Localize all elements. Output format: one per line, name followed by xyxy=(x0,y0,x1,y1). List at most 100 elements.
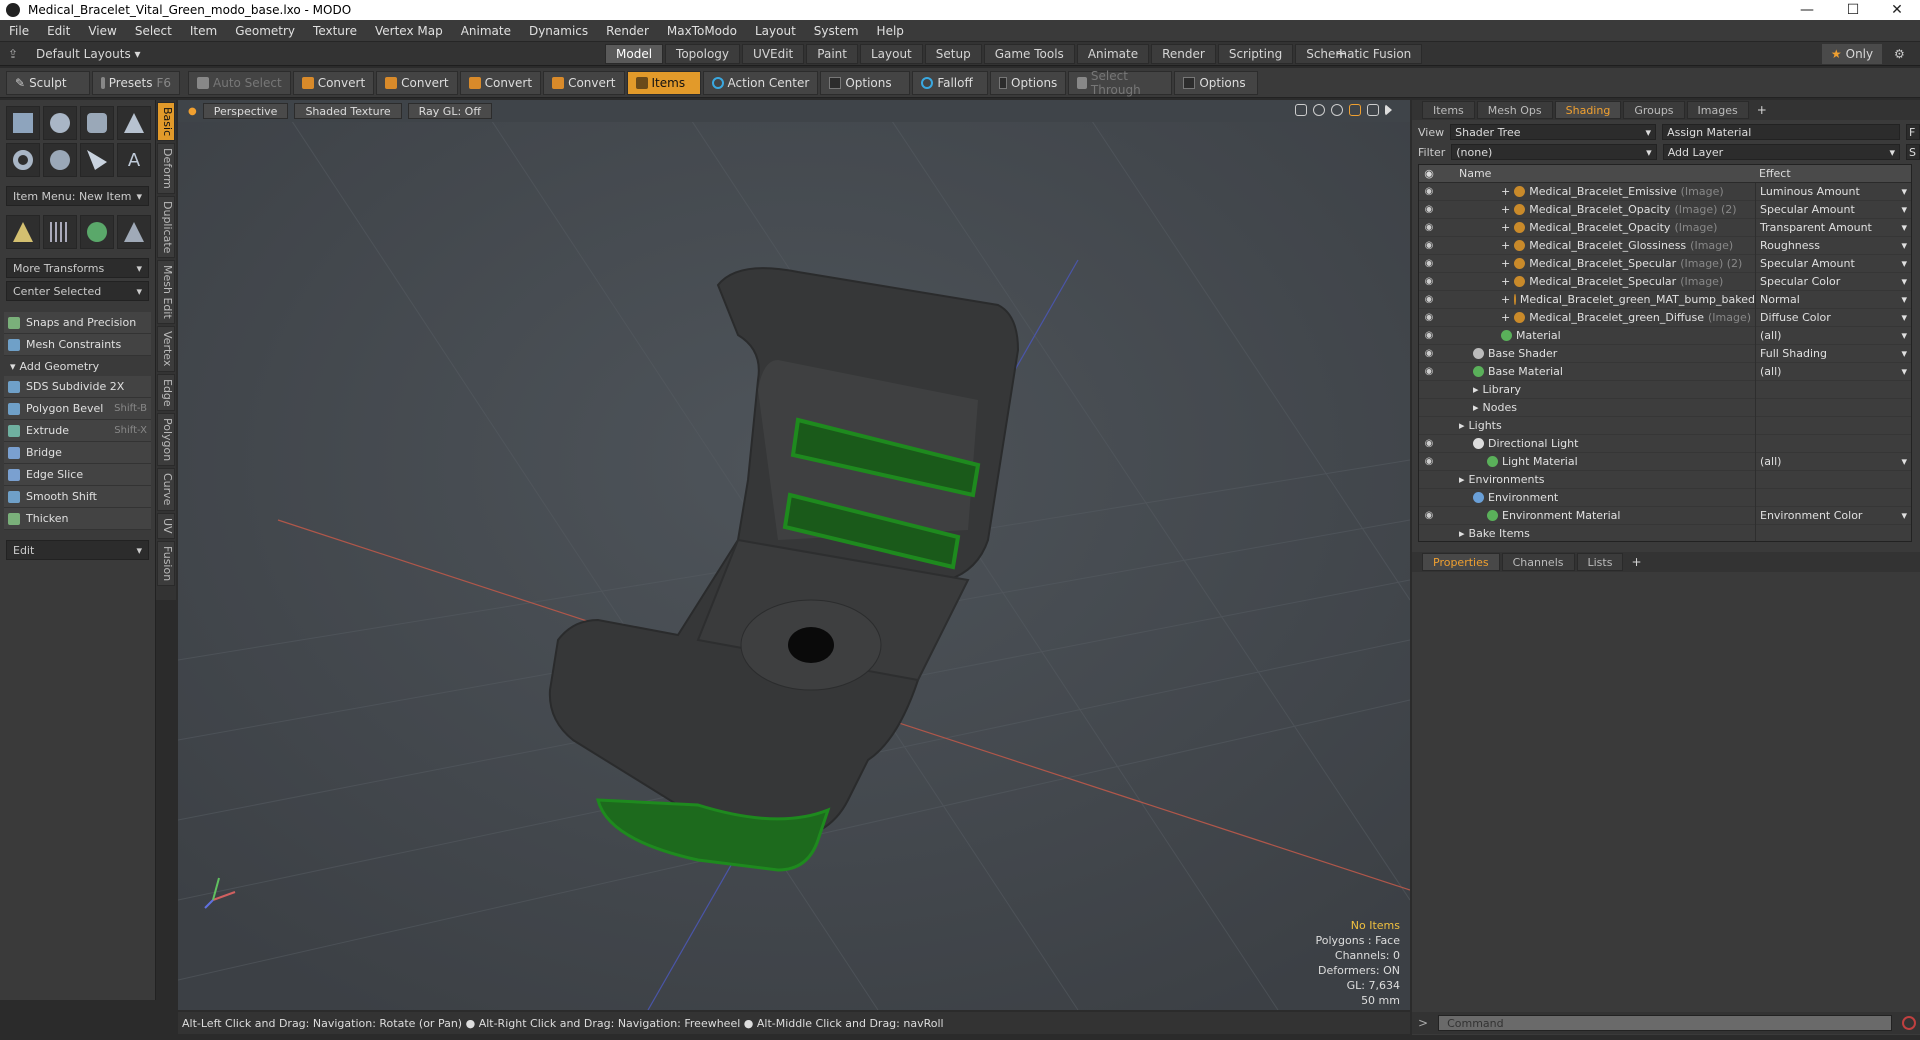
expand-plus-icon[interactable]: + xyxy=(1501,203,1510,216)
vtab-fusion[interactable]: Fusion xyxy=(157,540,175,586)
expand-plus-icon[interactable]: + xyxy=(1501,311,1510,324)
menu-view[interactable]: View xyxy=(79,24,125,38)
tab-mesh-ops[interactable]: Mesh Ops xyxy=(1476,101,1553,119)
visibility-eye-icon[interactable]: ◉ xyxy=(1419,438,1439,449)
visibility-eye-icon[interactable]: ◉ xyxy=(1419,222,1439,233)
layout-tab-topology[interactable]: Topology xyxy=(665,43,741,64)
tool-smooth-shift[interactable]: Smooth Shift xyxy=(4,486,151,508)
visibility-eye-icon[interactable]: ◉ xyxy=(1419,294,1439,305)
shader-tree-row[interactable]: Environment xyxy=(1419,488,1911,507)
shader-tree-row[interactable]: ◉ Light Material (all) ▾ xyxy=(1419,452,1911,471)
expand-arrow-icon[interactable] xyxy=(1385,104,1392,116)
folder-arrow-icon[interactable]: ▸ xyxy=(1459,527,1465,540)
row-effect-cell[interactable]: Specular Color ▾ xyxy=(1755,272,1911,291)
cone-button[interactable] xyxy=(117,106,151,140)
layout-tab-render[interactable]: Render xyxy=(1151,43,1216,64)
menu-geometry[interactable]: Geometry xyxy=(226,24,304,38)
add-tab-button[interactable]: + xyxy=(1631,555,1641,569)
command-input[interactable]: Command xyxy=(1438,1015,1893,1031)
mesh-constraints-button[interactable]: Mesh Constraints xyxy=(4,334,151,356)
tool-extrude[interactable]: Extrude Shift-X xyxy=(4,420,151,442)
tool-sds-subdivide-2x[interactable]: SDS Subdivide 2X xyxy=(4,376,151,398)
expand-plus-icon[interactable]: + xyxy=(1501,275,1510,288)
expand-plus-icon[interactable]: + xyxy=(1501,185,1510,198)
maximize-button[interactable]: ☐ xyxy=(1830,0,1876,20)
layout-tab-paint[interactable]: Paint xyxy=(806,43,858,64)
expand-plus-icon[interactable]: + xyxy=(1501,239,1510,252)
layout-tab-animate[interactable]: Animate xyxy=(1076,43,1150,64)
cylinder-button[interactable] xyxy=(80,106,114,140)
visibility-eye-icon[interactable]: ◉ xyxy=(1419,312,1439,323)
shader-tree-row[interactable]: ▸ Environments xyxy=(1419,470,1911,489)
more-transforms-dropdown[interactable]: More Transforms ▾ xyxy=(6,258,149,278)
row-effect-cell[interactable]: (all) ▾ xyxy=(1755,362,1911,381)
folder-arrow-icon[interactable]: ▸ xyxy=(1473,401,1479,414)
view-dropdown[interactable]: Shader Tree ▾ xyxy=(1450,124,1657,140)
tool-bridge[interactable]: Bridge xyxy=(4,442,151,464)
shader-tree-row[interactable]: ◉ Material (all) ▾ xyxy=(1419,326,1911,345)
select-through-button[interactable]: Select Through xyxy=(1068,69,1173,97)
menu-edit[interactable]: Edit xyxy=(38,24,79,38)
tool-polygon-bevel[interactable]: Polygon Bevel Shift-B xyxy=(4,398,151,420)
tab-shading[interactable]: Shading xyxy=(1554,101,1622,119)
viewport-menu-icon[interactable]: ● xyxy=(188,106,197,117)
visibility-eye-icon[interactable]: ◉ xyxy=(1419,258,1439,269)
vtab-vertex[interactable]: Vertex xyxy=(157,326,175,372)
vtab-polygon[interactable]: Polygon xyxy=(157,413,175,467)
vtab-edge[interactable]: Edge xyxy=(157,373,175,412)
row-effect-cell[interactable]: (all) ▾ xyxy=(1755,326,1911,345)
convert-vertices-button[interactable]: Convert xyxy=(292,70,375,95)
cube-button[interactable] xyxy=(6,106,40,140)
layout-menu-icon[interactable]: ⇪ xyxy=(8,47,22,61)
shader-tree-row[interactable]: ◉ Directional Light xyxy=(1419,434,1911,453)
torus-button[interactable] xyxy=(6,143,40,177)
visibility-eye-icon[interactable]: ◉ xyxy=(1419,348,1439,359)
item-menu-dropdown[interactable]: Item Menu: New Item ▾ xyxy=(6,186,149,206)
snaps-precision-button[interactable]: Snaps and Precision xyxy=(4,312,151,334)
add-layer-s-button[interactable]: S xyxy=(1906,144,1920,160)
effect-column-header[interactable]: Effect xyxy=(1755,167,1911,180)
vtab-deform[interactable]: Deform xyxy=(157,143,175,195)
menu-texture[interactable]: Texture xyxy=(304,24,366,38)
shader-tree-row[interactable]: ▸ Nodes xyxy=(1419,398,1911,417)
prop-tab-channels[interactable]: Channels xyxy=(1501,553,1575,571)
text-button[interactable]: A xyxy=(117,143,151,177)
shader-tree-row[interactable]: ◉ + Medical_Bracelet_green_Diffuse (Image) D… xyxy=(1419,308,1911,327)
pen-button[interactable] xyxy=(80,143,114,177)
shader-tree-row[interactable]: ◉ + Medical_Bracelet_Specular (Image) Specul… xyxy=(1419,272,1911,291)
shader-tree-row[interactable]: ◉ + Medical_Bracelet_Specular (Image) (2) Sp… xyxy=(1419,254,1911,273)
locator-button[interactable] xyxy=(6,215,40,249)
tab-groups[interactable]: Groups xyxy=(1623,101,1685,119)
menu-vertex-map[interactable]: Vertex Map xyxy=(366,24,452,38)
gear-icon[interactable]: ⚙ xyxy=(1894,47,1905,61)
vtab-basic[interactable]: Basic xyxy=(157,102,175,142)
shader-tree-row[interactable]: ◉ Base Shader Full Shading ▾ xyxy=(1419,344,1911,363)
row-effect-cell[interactable]: Luminous Amount ▾ xyxy=(1755,182,1911,201)
grid-button[interactable] xyxy=(43,215,77,249)
pan-icon[interactable] xyxy=(1295,104,1307,116)
record-icon[interactable] xyxy=(1902,1016,1917,1030)
vtab-uv[interactable]: UV xyxy=(157,512,175,539)
tab-items[interactable]: Items xyxy=(1422,101,1475,119)
expand-plus-icon[interactable]: + xyxy=(1501,221,1510,234)
items-mode-button[interactable]: Items xyxy=(626,70,701,95)
raygl-toggle[interactable]: Ray GL: Off xyxy=(407,103,492,119)
convert-items-button[interactable]: Convert xyxy=(543,70,625,95)
sculpt-button[interactable]: ✎ Sculpt xyxy=(6,70,90,95)
falloff-options[interactable]: Options xyxy=(990,70,1067,95)
vtab-curve[interactable]: Curve xyxy=(157,468,175,511)
shader-tree-row[interactable]: ◉ Environment Material Environment Color ▾ xyxy=(1419,506,1911,525)
edit-dropdown[interactable]: Edit ▾ xyxy=(6,540,149,560)
shader-tree-row[interactable]: ▸ Bake Items xyxy=(1419,524,1911,541)
visibility-eye-icon[interactable]: ◉ xyxy=(1419,276,1439,287)
shader-tree-row[interactable]: ◉ Base Material (all) ▾ xyxy=(1419,362,1911,381)
auto-select-button[interactable]: Auto Select xyxy=(188,70,291,95)
menu-layout[interactable]: Layout xyxy=(746,24,805,38)
assign-material-f-button[interactable]: F xyxy=(1906,124,1920,140)
visibility-eye-icon[interactable]: ◉ xyxy=(1419,456,1439,467)
3d-viewport[interactable]: ● Perspective Shaded Texture Ray GL: Off… xyxy=(178,100,1410,1010)
filter-dropdown[interactable]: (none) ▾ xyxy=(1451,144,1657,160)
row-effect-cell[interactable]: Full Shading ▾ xyxy=(1755,344,1911,363)
expand-plus-icon[interactable]: + xyxy=(1501,257,1510,270)
add-tab-button[interactable]: + xyxy=(1757,103,1767,117)
